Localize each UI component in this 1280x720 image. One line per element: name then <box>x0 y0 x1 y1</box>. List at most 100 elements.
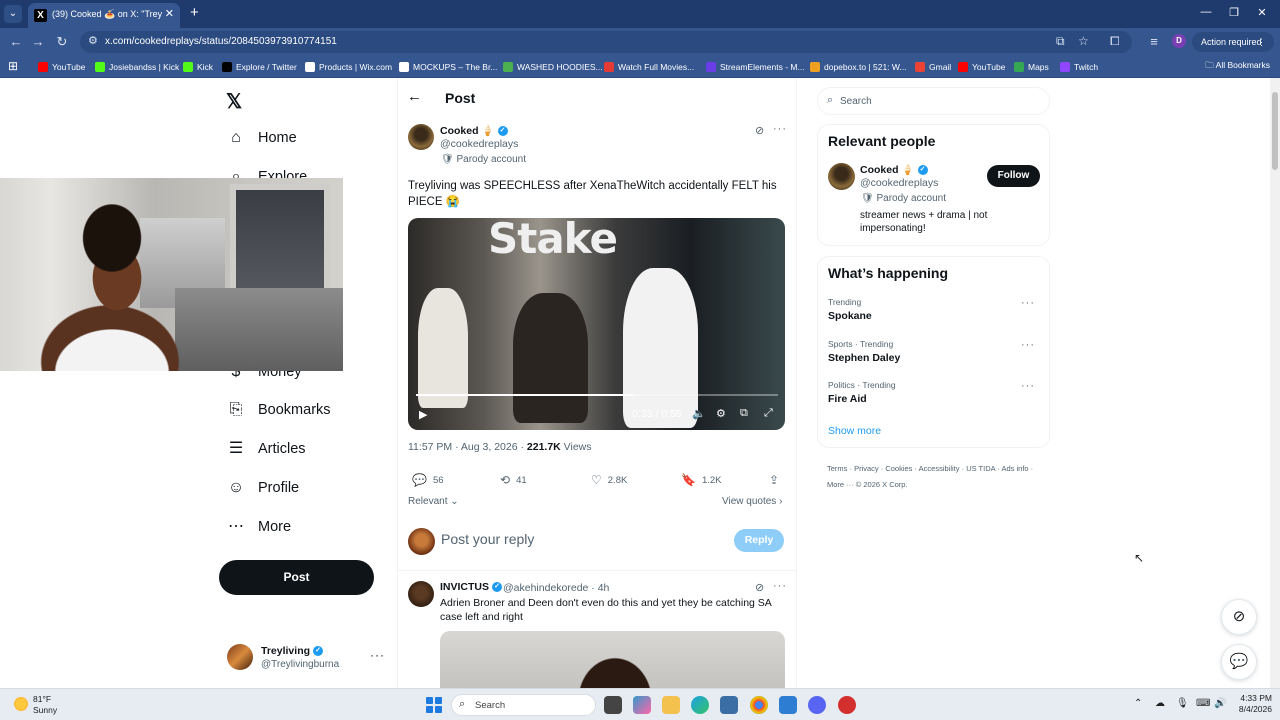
trend-item[interactable]: Politics · Trending Fire Aid ··· <box>828 380 1043 405</box>
avatar[interactable] <box>408 124 434 150</box>
reply-action-button[interactable]: 💬 56 <box>412 473 444 487</box>
bookmark-action-button[interactable]: 🔖 1.2K <box>681 473 722 487</box>
account-switcher[interactable]: Treyliving ✓ @Treylivingburna ··· <box>227 644 387 674</box>
x-logo-icon[interactable]: 𝕏 <box>226 89 242 114</box>
grok-icon[interactable]: ⊘ <box>755 124 764 137</box>
bookmark-item[interactable]: WASHED HOODIES... <box>503 60 603 74</box>
sun-icon[interactable] <box>14 697 28 711</box>
file-explorer-icon[interactable] <box>662 696 680 714</box>
bookmark-item[interactable]: Twitch <box>1060 60 1098 74</box>
reply-media-image[interactable] <box>440 631 785 688</box>
back-icon[interactable]: ← <box>8 34 24 49</box>
chrome-icon[interactable] <box>750 696 768 714</box>
nav-item-articles[interactable]: ☰ Articles <box>226 437 306 461</box>
all-bookmarks-button[interactable]: 🗀 All Bookmarks <box>1205 60 1270 74</box>
like-action-button[interactable]: ♡ 2.8K <box>591 473 627 487</box>
more-dots-icon[interactable]: ··· <box>773 123 787 135</box>
chevron-up-icon[interactable]: ⌃ <box>1134 698 1142 709</box>
reply-sort-dropdown[interactable]: Relevant ⌄ <box>408 496 459 507</box>
post-button[interactable]: Post <box>219 560 374 595</box>
tab-search-dropdown-icon[interactable]: ⌄ <box>4 5 22 23</box>
forward-icon[interactable]: → <box>30 34 46 49</box>
site-info-icon[interactable]: ⚙ <box>88 34 98 47</box>
more-dots-icon[interactable]: ··· <box>773 580 787 592</box>
network-icon[interactable]: ⌨ <box>1196 698 1210 709</box>
copilot-icon[interactable] <box>633 696 651 714</box>
bookmark-item[interactable]: StreamElements - M... <box>706 60 805 74</box>
bookmark-item[interactable]: Products | Wix.com <box>305 60 392 74</box>
nav-item-home[interactable]: ⌂ Home <box>226 126 297 150</box>
trend-item[interactable]: Sports · Trending Stephen Daley ··· <box>828 339 1043 364</box>
bookmark-item[interactable]: Explore / Twitter <box>222 60 297 74</box>
scrollbar[interactable] <box>1270 78 1280 688</box>
reply-author-row[interactable]: INVICTUS ✓ <box>440 581 503 593</box>
bookmark-item[interactable]: Watch Full Movies... <box>604 60 694 74</box>
new-tab-button[interactable]: + <box>190 5 199 21</box>
store-icon[interactable] <box>720 696 738 714</box>
volume-icon[interactable]: 🔈 <box>692 407 706 420</box>
weather-condition[interactable]: Sunny <box>33 705 57 715</box>
repost-action-button[interactable]: ⟲ 41 <box>500 473 527 487</box>
back-arrow-icon[interactable]: ← <box>407 88 422 105</box>
grok-icon[interactable]: ⊘ <box>755 581 764 594</box>
close-tab-icon[interactable]: ✕ <box>165 7 174 20</box>
minimize-icon[interactable]: — <box>1196 6 1216 18</box>
start-button[interactable] <box>426 697 442 713</box>
bookmark-item[interactable]: Gmail <box>915 60 951 74</box>
follow-button[interactable]: Follow <box>987 165 1040 187</box>
video-progress-bar[interactable] <box>416 394 778 396</box>
discord-icon[interactable] <box>808 696 826 714</box>
bookmark-item[interactable]: Kick <box>183 60 213 74</box>
view-quotes-link[interactable]: View quotes › <box>722 496 782 507</box>
bookmark-item[interactable]: Josiebandss | Kick <box>95 60 179 74</box>
bookmark-item[interactable]: MOCKUPS – The Br... <box>399 60 497 74</box>
bookmark-item[interactable]: YouTube <box>38 60 85 74</box>
messages-float-button[interactable]: 💬 <box>1221 644 1257 680</box>
reply-input[interactable]: Post your reply <box>441 531 534 547</box>
url-field[interactable]: ⚙ x.com/cookedreplays/status/20845039739… <box>80 31 1132 53</box>
media-control-icon[interactable]: ≡ <box>1146 34 1162 49</box>
show-more-link[interactable]: Show more <box>828 425 881 437</box>
more-dots-icon[interactable]: ··· <box>1021 297 1035 309</box>
apps-grid-icon[interactable]: ⊞ <box>8 59 18 73</box>
browser-tab-active[interactable]: X (39) Cooked 🍝 on X: "Treyliving ✕ <box>28 3 180 28</box>
bookmark-item[interactable]: dopebox.to | 521: W... <box>810 60 907 74</box>
more-dots-icon[interactable]: ··· <box>370 648 385 662</box>
reload-icon[interactable]: ↻ <box>54 34 70 50</box>
more-dots-icon[interactable]: ··· <box>1021 339 1035 351</box>
maximize-icon[interactable]: ❐ <box>1224 6 1244 19</box>
nav-item-profile[interactable]: ☺ Profile <box>226 476 299 500</box>
grok-float-button[interactable]: ⊘ <box>1221 599 1257 635</box>
extensions-icon[interactable]: ⧠ <box>1110 34 1120 49</box>
app-icon[interactable] <box>779 696 797 714</box>
fullscreen-icon[interactable]: ⤢ <box>764 407 773 420</box>
search-input[interactable]: ⌕ Search <box>817 87 1050 115</box>
more-dots-icon[interactable]: ··· <box>1021 380 1035 392</box>
reply-button[interactable]: Reply <box>734 529 784 552</box>
footer-links[interactable]: Terms · Privacy · Cookies · Accessibilit… <box>827 461 1047 493</box>
avatar[interactable] <box>828 163 855 190</box>
trend-item[interactable]: Trending Spokane ··· <box>828 297 1043 322</box>
task-view-icon[interactable] <box>604 696 622 714</box>
volume-icon[interactable]: 🔊 <box>1214 698 1226 709</box>
close-window-icon[interactable]: ✕ <box>1252 6 1272 19</box>
action-required-button[interactable]: Action required ⋮ <box>1192 32 1274 52</box>
picture-in-picture-icon[interactable]: ⧉ <box>740 407 748 420</box>
profile-avatar[interactable]: D <box>1172 34 1186 48</box>
app-icon[interactable] <box>838 696 856 714</box>
clock[interactable]: 4:33 PM 8/4/2026 <box>1232 693 1272 715</box>
play-icon[interactable]: ▶ <box>419 408 427 421</box>
author-name-row[interactable]: Cooked 🍦 ✓ <box>440 124 508 137</box>
reply-handle-time[interactable]: @akehindekorede · 4h <box>503 582 609 594</box>
nav-item-more[interactable]: ⋯ More <box>226 515 291 539</box>
star-icon[interactable]: ☆ <box>1078 34 1089 48</box>
cloud-icon[interactable]: ☁ <box>1155 698 1165 709</box>
microphone-icon[interactable]: 🎙 <box>1176 698 1189 709</box>
bookmark-item[interactable]: Maps <box>1014 60 1049 74</box>
bookmark-item[interactable]: YouTube <box>958 60 1005 74</box>
author-handle[interactable]: @cookedreplays <box>440 138 518 150</box>
edge-icon[interactable] <box>691 696 709 714</box>
share-button[interactable]: ⇪ <box>769 473 785 487</box>
weather-temp[interactable]: 81°F <box>33 694 51 704</box>
settings-gear-icon[interactable]: ⚙ <box>716 407 726 420</box>
